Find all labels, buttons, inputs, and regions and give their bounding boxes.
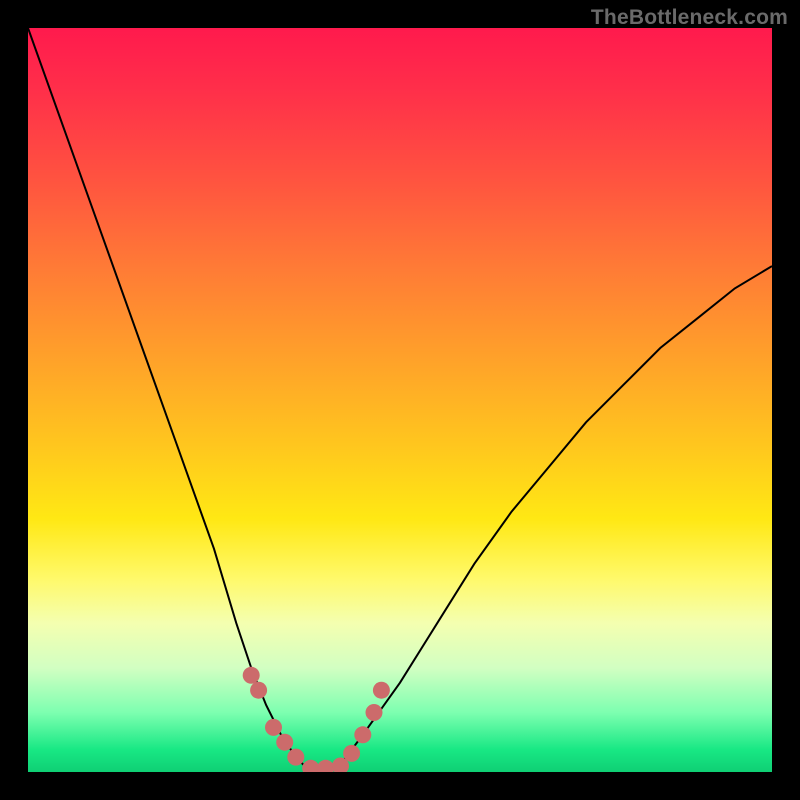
highlight-dot (354, 726, 371, 743)
highlight-dot (243, 667, 260, 684)
highlight-dot (302, 760, 319, 772)
marker-layer (243, 667, 390, 772)
plot-area (28, 28, 772, 772)
highlight-dot (265, 719, 282, 736)
chart-svg (28, 28, 772, 772)
curve-layer (28, 28, 772, 772)
chart-frame: TheBottleneck.com (0, 0, 800, 800)
highlight-dot (250, 682, 267, 699)
highlight-dot (366, 704, 383, 721)
bottleneck-curve (28, 28, 772, 772)
highlight-dot (287, 749, 304, 766)
watermark-text: TheBottleneck.com (591, 6, 788, 30)
highlight-dot (343, 745, 360, 762)
highlight-dot (317, 760, 334, 772)
highlight-dot (373, 682, 390, 699)
highlight-dot (276, 734, 293, 751)
